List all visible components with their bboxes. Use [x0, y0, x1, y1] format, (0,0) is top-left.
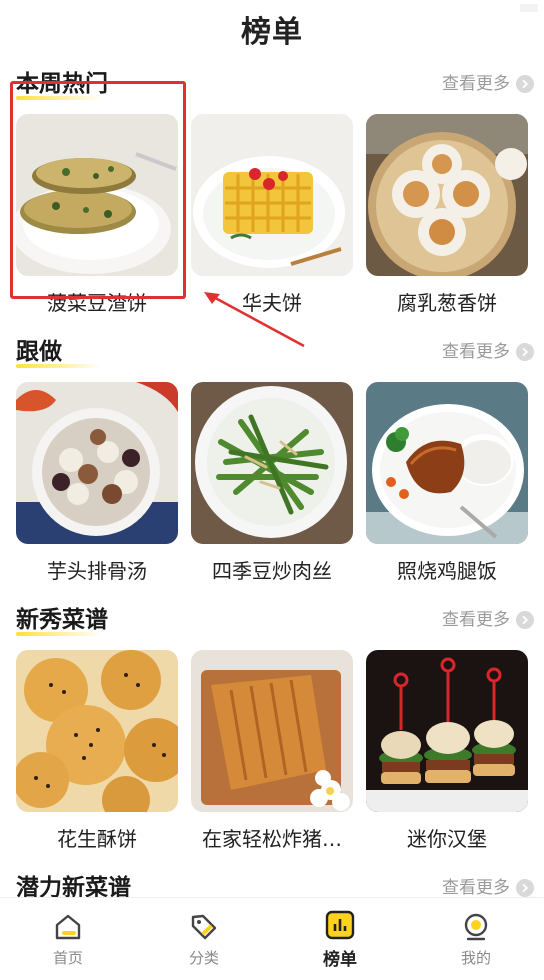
status-indicator — [520, 4, 538, 12]
home-icon — [55, 914, 81, 939]
tab-profile[interactable]: 我的 — [408, 898, 544, 980]
recipe-title: 照烧鸡腿饭 — [397, 558, 497, 583]
recipe-card[interactable]: 菠菜豆渣饼 — [16, 114, 178, 326]
section-header: 新秀菜谱 查看更多 — [0, 594, 544, 636]
recipe-card[interactable]: 腐乳葱香饼 — [366, 114, 528, 326]
recipe-card[interactable]: 迷你汉堡 — [366, 650, 528, 862]
recipe-image — [16, 382, 178, 544]
view-more-label: 查看更多 — [442, 342, 510, 362]
section-new-recipes: 新秀菜谱 查看更多 花生酥饼 在家轻松炸猪… 迷你汉堡 — [0, 594, 544, 862]
section-title: 本周热门 — [16, 71, 108, 100]
recipe-title: 迷你汉堡 — [407, 826, 487, 851]
annotation-arrow — [204, 292, 305, 348]
recipe-card[interactable]: 照烧鸡腿饭 — [366, 382, 528, 594]
recipe-card[interactable]: 在家轻松炸猪… — [191, 650, 353, 862]
recipe-title: 在家轻松炸猪… — [202, 826, 342, 851]
recipe-image — [191, 382, 353, 544]
view-more-link[interactable]: 查看更多 — [442, 606, 534, 634]
view-more-label: 查看更多 — [442, 610, 510, 630]
tab-label: 我的 — [460, 948, 491, 967]
bottom-tab-bar: 首页 分类 榜单 我的 — [0, 897, 544, 980]
section-title: 新秀菜谱 — [16, 607, 108, 636]
page-title: 榜单 — [241, 15, 303, 50]
chevron-right-icon — [516, 75, 534, 93]
tab-label: 首页 — [52, 948, 83, 967]
top-header: 榜单 — [0, 0, 544, 58]
section-header: 本周热门 查看更多 — [0, 58, 544, 100]
tab-ranking[interactable]: 榜单 — [272, 898, 408, 980]
tab-category[interactable]: 分类 — [136, 898, 272, 980]
recipe-image — [366, 650, 528, 812]
profile-icon — [464, 913, 488, 940]
chevron-right-icon — [516, 879, 534, 897]
recipe-image — [16, 650, 178, 812]
section-follow: 跟做 查看更多 芋头排骨汤 四季豆炒肉丝 照烧鸡腿饭 — [0, 326, 544, 594]
recipe-image — [191, 650, 353, 812]
recipe-title: 腐乳葱香饼 — [397, 290, 497, 315]
recipe-title: 四季豆炒肉丝 — [212, 558, 332, 583]
ranking-chart-icon — [325, 910, 355, 939]
view-more-label: 查看更多 — [442, 74, 510, 94]
recipe-card[interactable]: 芋头排骨汤 — [16, 382, 178, 594]
recipe-card[interactable]: 四季豆炒肉丝 — [191, 382, 353, 594]
section-header: 潜力新菜谱 查看更多 — [0, 862, 544, 904]
section-potential-recipes: 潜力新菜谱 查看更多 — [0, 862, 544, 904]
tab-label: 分类 — [188, 948, 219, 967]
recipe-image — [16, 114, 178, 276]
recipe-image — [366, 114, 528, 276]
recipe-card[interactable]: 花生酥饼 — [16, 650, 178, 862]
tab-label: 榜单 — [323, 949, 357, 970]
tag-icon — [191, 914, 217, 939]
view-more-link[interactable]: 查看更多 — [442, 338, 534, 366]
section-title: 跟做 — [16, 339, 102, 368]
recipe-title: 菠菜豆渣饼 — [47, 290, 147, 315]
recipe-title: 花生酥饼 — [57, 826, 137, 851]
tab-home[interactable]: 首页 — [0, 898, 136, 980]
recipe-image — [366, 382, 528, 544]
recipe-image — [191, 114, 353, 276]
chevron-right-icon — [516, 343, 534, 361]
view-more-link[interactable]: 查看更多 — [442, 70, 534, 98]
chevron-right-icon — [516, 611, 534, 629]
recipe-title: 芋头排骨汤 — [47, 558, 147, 583]
